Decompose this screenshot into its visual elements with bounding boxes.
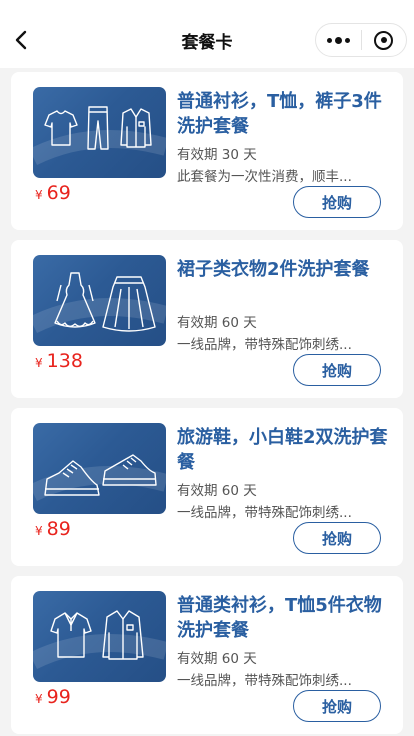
package-list[interactable]: ¥ 69 普通衬衫，T恤，裤子3件洗护套餐 有效期 30 天 此套餐为一次性消费… xyxy=(0,68,414,736)
package-description: 此套餐为一次性消费，顺丰... xyxy=(177,169,352,185)
package-image xyxy=(33,87,166,178)
target-close-icon xyxy=(374,30,394,50)
price: ¥ 99 xyxy=(35,686,71,708)
package-description: 一线品牌，带特殊配饰刺绣... xyxy=(177,505,352,521)
package-name: 裙子类衣物2件洗护套餐 xyxy=(177,259,370,280)
package-image xyxy=(33,591,166,682)
package-name: 旅游鞋，小白鞋2双洗护套餐 xyxy=(177,427,388,473)
price: ¥ 69 xyxy=(35,182,71,204)
nav-bar: 套餐卡 xyxy=(0,0,414,68)
buy-button[interactable]: 抢购 xyxy=(293,186,381,218)
package-card[interactable]: ¥ 89 旅游鞋，小白鞋2双洗护套餐 有效期 60 天 一线品牌，带特殊配饰刺绣… xyxy=(11,408,403,566)
package-name: 普通类衬衫，T恤5件衣物洗护套餐 xyxy=(177,595,382,641)
package-image xyxy=(33,423,166,514)
package-card[interactable]: ¥ 69 普通衬衫，T恤，裤子3件洗护套餐 有效期 30 天 此套餐为一次性消费… xyxy=(11,72,403,230)
back-button[interactable] xyxy=(6,24,36,56)
price: ¥ 138 xyxy=(35,350,83,372)
validity-text: 有效期 30 天 xyxy=(177,147,257,163)
more-icon xyxy=(327,37,332,43)
package-name: 普通衬衫，T恤，裤子3件洗护套餐 xyxy=(177,91,382,137)
buy-button[interactable]: 抢购 xyxy=(293,522,381,554)
chevron-left-icon xyxy=(15,30,27,50)
shirt-icon xyxy=(102,610,144,660)
more-button[interactable] xyxy=(316,24,361,56)
buy-button[interactable]: 抢购 xyxy=(293,354,381,386)
validity-text: 有效期 60 天 xyxy=(177,483,257,499)
package-card[interactable]: ¥ 138 裙子类衣物2件洗护套餐 有效期 60 天 一线品牌，带特殊配饰刺绣.… xyxy=(11,240,403,398)
price: ¥ 89 xyxy=(35,518,71,540)
buy-button[interactable]: 抢购 xyxy=(293,690,381,722)
package-image xyxy=(33,255,166,346)
package-description: 一线品牌，带特殊配饰刺绣... xyxy=(177,337,352,353)
package-card[interactable]: ¥ 99 普通类衬衫，T恤5件衣物洗护套餐 有效期 60 天 一线品牌，带特殊配… xyxy=(11,576,403,734)
mini-program-capsule xyxy=(315,23,407,57)
validity-text: 有效期 60 天 xyxy=(177,651,257,667)
validity-text: 有效期 60 天 xyxy=(177,315,257,331)
close-button[interactable] xyxy=(362,24,406,56)
package-description: 一线品牌，带特殊配饰刺绣... xyxy=(177,673,352,689)
